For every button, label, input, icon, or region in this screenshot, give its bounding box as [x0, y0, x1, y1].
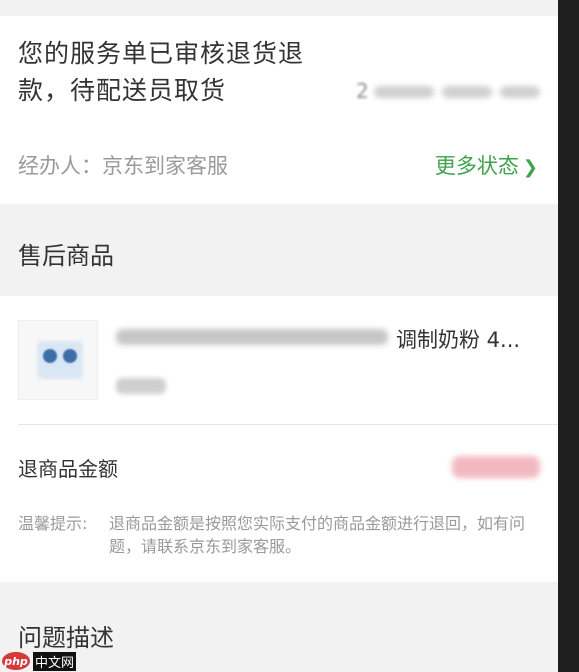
service-status-title: 您的服务单已审核退货退款，待配送员取货	[18, 39, 305, 105]
php-logo-icon: php	[2, 652, 30, 670]
tip-text: 退商品金额是按照您实际支付的商品金额进行退回，如有问题，请联系京东到家客服。	[109, 514, 526, 556]
product-name-smudge	[116, 329, 388, 345]
status-timestamp-blurred: 2	[356, 79, 544, 103]
timestamp-smudge	[500, 86, 540, 98]
more-status-label: 更多状态	[434, 154, 519, 178]
more-status-link[interactable]: 更多状态 ❯	[435, 150, 538, 180]
timestamp-smudge	[374, 86, 434, 98]
watermark-site-name: 中文网	[33, 651, 77, 671]
chevron-right-icon: ❯	[522, 157, 538, 178]
product-quantity-blurred	[116, 378, 166, 394]
handler-label: 经办人：京东到家客服	[18, 154, 228, 178]
product-image-can	[63, 349, 77, 363]
after-sales-detail-screen: 您的服务单已审核退货退款，待配送员取货 2 经办人：京东到家客服 更多状态 ❯ 售…	[0, 0, 558, 672]
tip-label: 温馨提示:	[18, 514, 88, 533]
product-name-visible: 调制奶粉 4...	[396, 328, 521, 352]
timestamp-smudge	[442, 86, 492, 98]
refund-amount-blurred	[452, 456, 540, 478]
timestamp-visible-digit: 2	[356, 79, 369, 103]
divider	[18, 424, 558, 425]
problem-section-title: 问题描述	[18, 624, 114, 652]
site-watermark: php 中文网	[2, 650, 77, 672]
product-thumbnail[interactable]	[18, 320, 98, 400]
refund-amount-label: 退商品金额	[18, 457, 118, 481]
product-image-can	[43, 349, 57, 363]
after-sales-section-title: 售后商品	[18, 242, 114, 270]
product-name[interactable]: 调制奶粉 4...	[116, 322, 540, 354]
